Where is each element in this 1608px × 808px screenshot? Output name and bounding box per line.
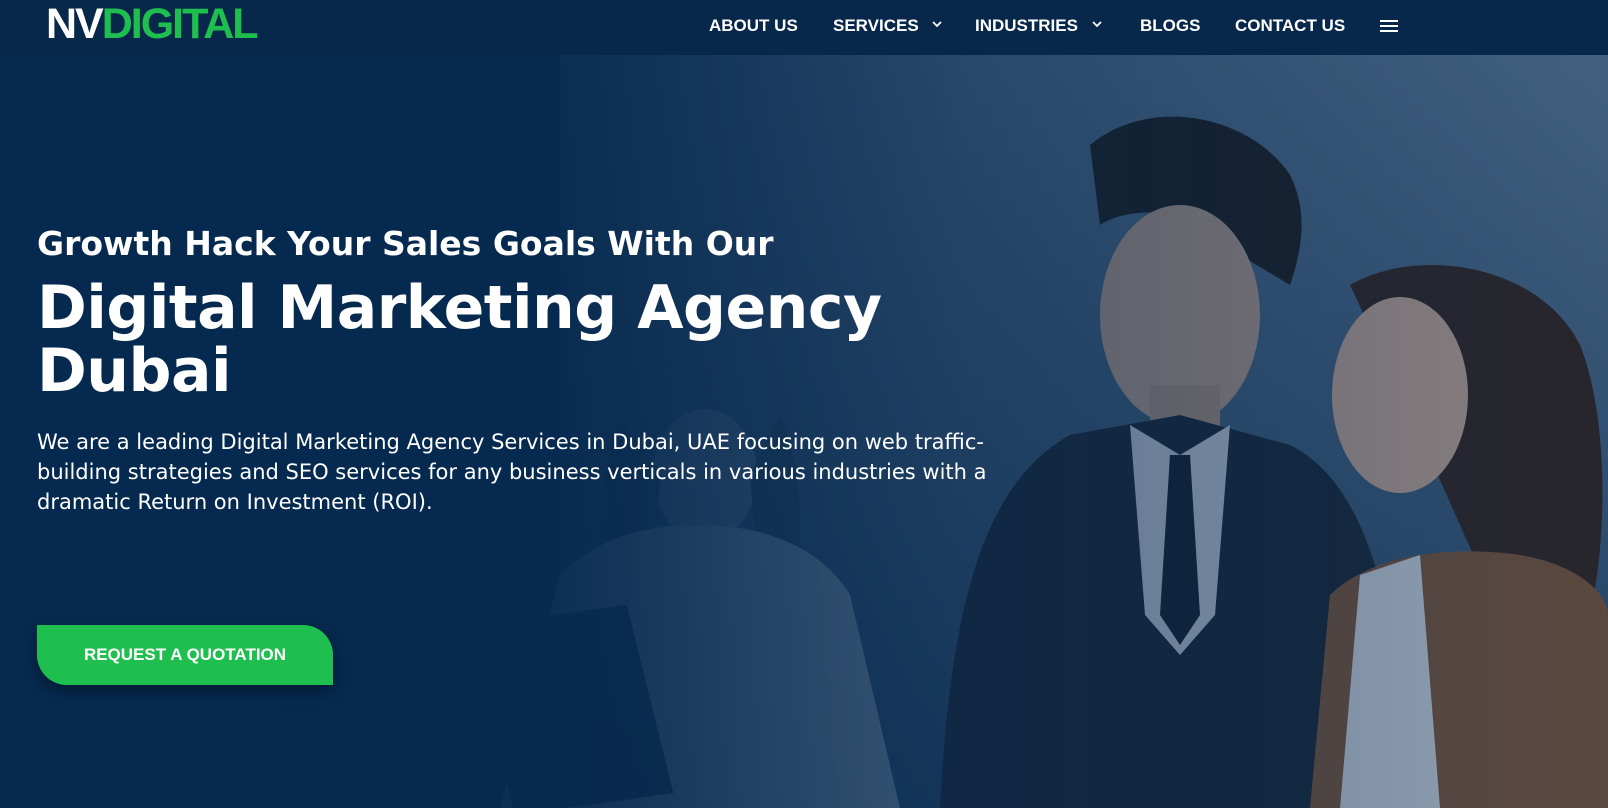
chevron-down-icon — [1092, 21, 1102, 28]
site-header: NVDIGITAL ABOUT US SERVICES INDUSTRIES B… — [0, 0, 1608, 55]
nav-services[interactable]: SERVICES — [833, 15, 943, 37]
hamburger-menu-icon[interactable] — [1380, 18, 1398, 34]
nav-blogs[interactable]: BLOGS — [1140, 15, 1200, 37]
nav-services-label: SERVICES — [833, 16, 919, 35]
hero-section: Growth Hack Your Sales Goals With Our Di… — [0, 55, 1608, 808]
nav-blogs-label: BLOGS — [1140, 16, 1201, 35]
hero-title: Digital Marketing Agency Dubai — [37, 273, 882, 406]
hero-description: We are a leading Digital Marketing Agenc… — [37, 430, 987, 514]
main-navigation: ABOUT US SERVICES INDUSTRIES BLOGS CONTA… — [0, 0, 1608, 55]
request-quotation-button[interactable]: REQUEST A QUOTATION — [37, 625, 333, 685]
nav-about-us-label: ABOUT US — [709, 16, 798, 35]
nav-contact-us[interactable]: CONTACT US — [1235, 15, 1345, 37]
nav-industries-label: INDUSTRIES — [975, 16, 1078, 35]
hero-subtitle: Growth Hack Your Sales Goals With Our — [37, 224, 774, 263]
chevron-down-icon — [932, 21, 943, 28]
nav-industries[interactable]: INDUSTRIES — [975, 15, 1103, 37]
nav-about-us[interactable]: ABOUT US — [709, 15, 798, 37]
nav-contact-us-label: CONTACT US — [1235, 16, 1346, 35]
